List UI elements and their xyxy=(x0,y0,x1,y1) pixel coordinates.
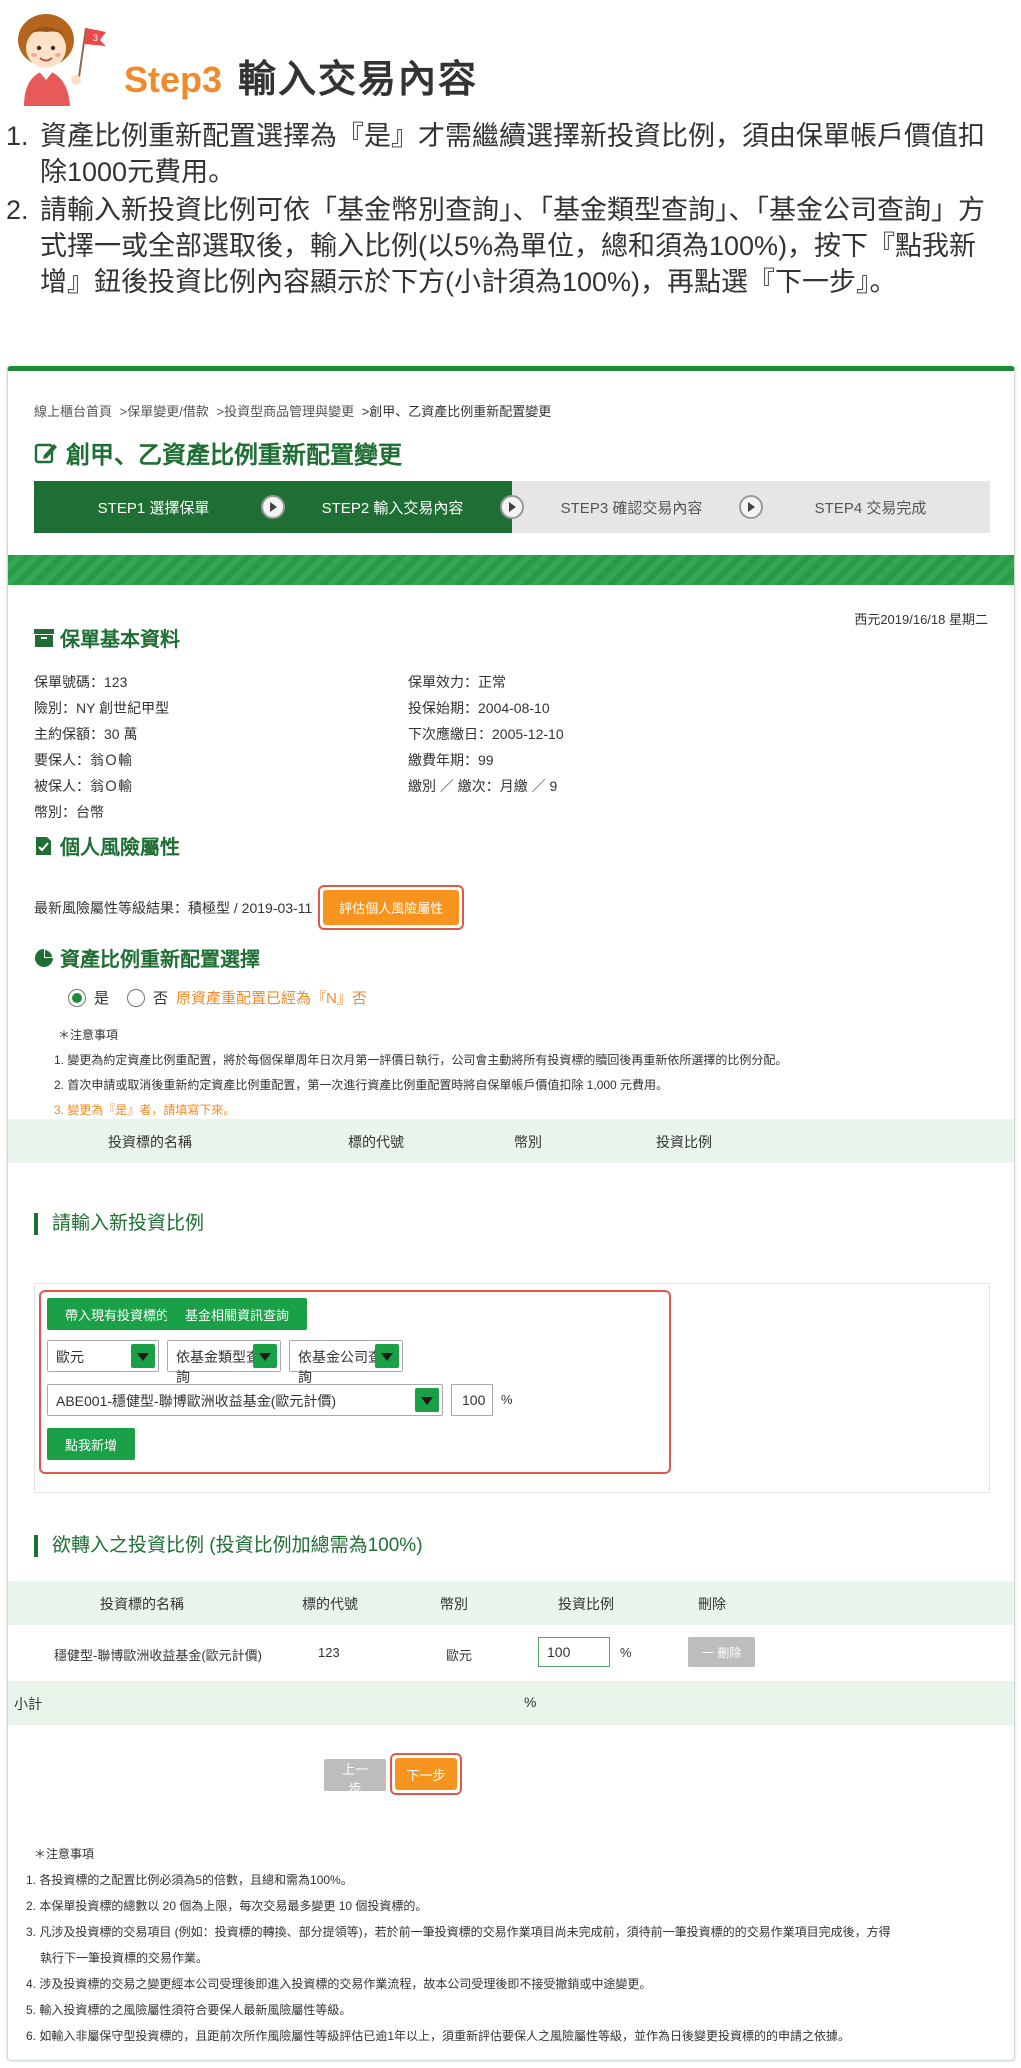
chevron-down-icon xyxy=(131,1344,155,1368)
prev-button[interactable]: 上一步 xyxy=(324,1759,386,1796)
step-arrow-icon xyxy=(261,495,285,519)
table-row: 穩健型-聯博歐洲收益基金(歐元計價) 123 歐元 100 % 一 刪除 xyxy=(8,1625,1014,1681)
fund-select[interactable]: ABE001-穩健型-聯博歐洲收益基金(歐元計價) xyxy=(47,1384,443,1416)
chevron-down-icon xyxy=(253,1344,277,1368)
realloc-notes: ＊注意事項 1. 變更為約定資產比例重配置，將於每個保單周年日次月第一評價日執行… xyxy=(54,1028,788,1117)
step-1: STEP1 選擇保單 xyxy=(34,481,285,533)
target-table-header: 投資標的名稱 標的代號 幣別 投資比例 刪除 xyxy=(8,1581,1014,1625)
subtotal-row: 小計 % xyxy=(8,1681,1014,1725)
edit-icon xyxy=(34,443,57,463)
tutorial-header: 3 Step3 輸入交易內容 xyxy=(0,0,1021,110)
row-fund-code: 123 xyxy=(318,1645,340,1660)
checklist-icon xyxy=(36,836,51,855)
radio-no-label: 否 xyxy=(153,990,169,1007)
policy-info-right: 保單效力：正常 投保始期：2004-08-10 下次應繳日：2005-12-10… xyxy=(408,674,564,794)
step-number: Step3 xyxy=(124,59,223,100)
fund-info-button[interactable]: 基金相關資訊查詢 xyxy=(167,1298,308,1330)
assess-risk-button[interactable]: 評估個人風險屬性 xyxy=(323,890,460,925)
step-3: STEP3 確認交易內容 xyxy=(512,481,763,533)
radio-yes[interactable] xyxy=(68,988,86,1007)
new-ratio-panel: 帶入現有投資標的 基金相關資訊查詢 歐元 依基金類型查詢 依基金公司查詢 ABE… xyxy=(34,1283,990,1493)
breadcrumb-investment[interactable]: >投資型商品管理與變更 xyxy=(216,404,354,419)
breadcrumb-home[interactable]: 線上櫃台首頁 xyxy=(34,404,112,419)
row-percent-label: % xyxy=(620,1645,632,1660)
radio-yes-label: 是 xyxy=(94,990,110,1007)
chevron-down-icon xyxy=(375,1344,399,1368)
breadcrumb: 線上櫃台首頁 >保單變更/借款 >投資型商品管理與變更 >創甲、乙資產比例重新配… xyxy=(34,401,555,420)
flag-number: 3 xyxy=(93,33,98,43)
add-button[interactable]: 點我新增 xyxy=(47,1428,136,1460)
row-currency: 歐元 xyxy=(446,1648,473,1663)
row-fund-name: 穩健型-聯博歐洲收益基金(歐元計價) xyxy=(54,1648,262,1663)
realloc-heading: 資產比例重新配置選擇 xyxy=(34,943,260,972)
percent-label: % xyxy=(501,1392,513,1407)
step-arrow-icon xyxy=(739,495,763,519)
risk-result: 最新風險屬性等級結果：積極型 / 2019-03-11 xyxy=(34,899,313,916)
policy-info-heading: 保單基本資料 xyxy=(34,623,180,652)
progress-steps: STEP1 選擇保單 STEP2 輸入交易內容 STEP3 確認交易內容 STE… xyxy=(34,481,990,533)
policy-info-left: 保單號碼：123 險別：NY 創世紀甲型 主約保額：30 萬 要保人：翁Ｏ輸 被… xyxy=(34,674,170,820)
step-arrow-icon xyxy=(500,495,524,519)
row-ratio-input[interactable]: 100 xyxy=(538,1637,610,1667)
subtotal-label: 小計 xyxy=(14,1696,42,1712)
ratio-input[interactable]: 100 xyxy=(451,1384,493,1416)
step-4: STEP4 交易完成 xyxy=(751,481,990,533)
delete-button[interactable]: 一 刪除 xyxy=(688,1637,756,1667)
highlight-box: 評估個人風險屬性 xyxy=(318,885,465,930)
mascot-icon: 3 xyxy=(18,14,106,106)
step-heading: Step3 輸入交易內容 xyxy=(124,48,478,103)
realloc-status-note: 原資產重配置已經為『N』否 xyxy=(176,990,367,1007)
instruction-list: 1. 資產比例重新配置選擇為『是』才需繼續選擇新投資比例，須由保單帳戶價值扣除1… xyxy=(6,118,1006,302)
footer-notes: ＊注意事項 1. 各投資標的之配置比例必須為5的倍數，且總和需為100%。 2.… xyxy=(26,1847,891,2043)
app-window: 線上櫃台首頁 >保單變更/借款 >投資型商品管理與變更 >創甲、乙資產比例重新配… xyxy=(7,366,1015,2061)
page-title: 創甲、乙資產比例重新配置變更 xyxy=(34,435,402,470)
risk-heading: 個人風險屬性 xyxy=(34,831,180,860)
step-name: 輸入交易內容 xyxy=(238,59,479,101)
new-ratio-heading: 請輸入新投資比例 xyxy=(34,1213,204,1235)
nav-buttons: 上一步 下一步 xyxy=(8,1749,1014,1799)
decorative-stripe xyxy=(8,555,1014,585)
archive-icon xyxy=(34,628,54,647)
fund-company-select[interactable]: 依基金公司查詢 xyxy=(289,1340,403,1385)
highlight-box: 下一步 xyxy=(390,1753,462,1795)
fund-type-select[interactable]: 依基金類型查詢 xyxy=(167,1340,281,1385)
row-delete-wrap: 一 刪除 xyxy=(688,1637,756,1667)
next-button[interactable]: 下一步 xyxy=(395,1758,457,1790)
realloc-radio-group: 是 否 原資產重配置已經為『N』否 xyxy=(68,987,367,1008)
step-2: STEP2 輸入交易內容 xyxy=(273,481,524,533)
current-date: 西元2019/16/18 星期二 xyxy=(854,612,988,627)
subtotal-percent: % xyxy=(524,1694,537,1710)
instruction-item: 2. 請輸入新投資比例可依「基金幣別查詢」、「基金類型查詢」、「基金公司查詢」方… xyxy=(6,195,985,297)
import-existing-button[interactable]: 帶入現有投資標的 xyxy=(47,1298,188,1330)
pie-chart-icon xyxy=(35,948,53,967)
breadcrumb-policy-change[interactable]: >保單變更/借款 xyxy=(120,404,209,419)
instruction-item: 1. 資產比例重新配置選擇為『是』才需繼續選擇新投資比例，須由保單帳戶價值扣除1… xyxy=(6,121,985,187)
currency-select[interactable]: 歐元 xyxy=(47,1340,159,1372)
radio-no[interactable] xyxy=(127,988,146,1007)
target-ratio-heading: 欲轉入之投資比例 (投資比例加總需為100%) xyxy=(34,1535,423,1557)
chevron-down-icon xyxy=(415,1388,439,1412)
risk-result-line: 最新風險屬性等級結果：積極型 / 2019-03-11 評估個人風險屬性 xyxy=(34,885,465,930)
current-holdings-header: 投資標的名稱 標的代號 幣別 投資比例 xyxy=(8,1119,1014,1163)
breadcrumb-current: >創甲、乙資產比例重新配置變更 xyxy=(361,404,552,419)
